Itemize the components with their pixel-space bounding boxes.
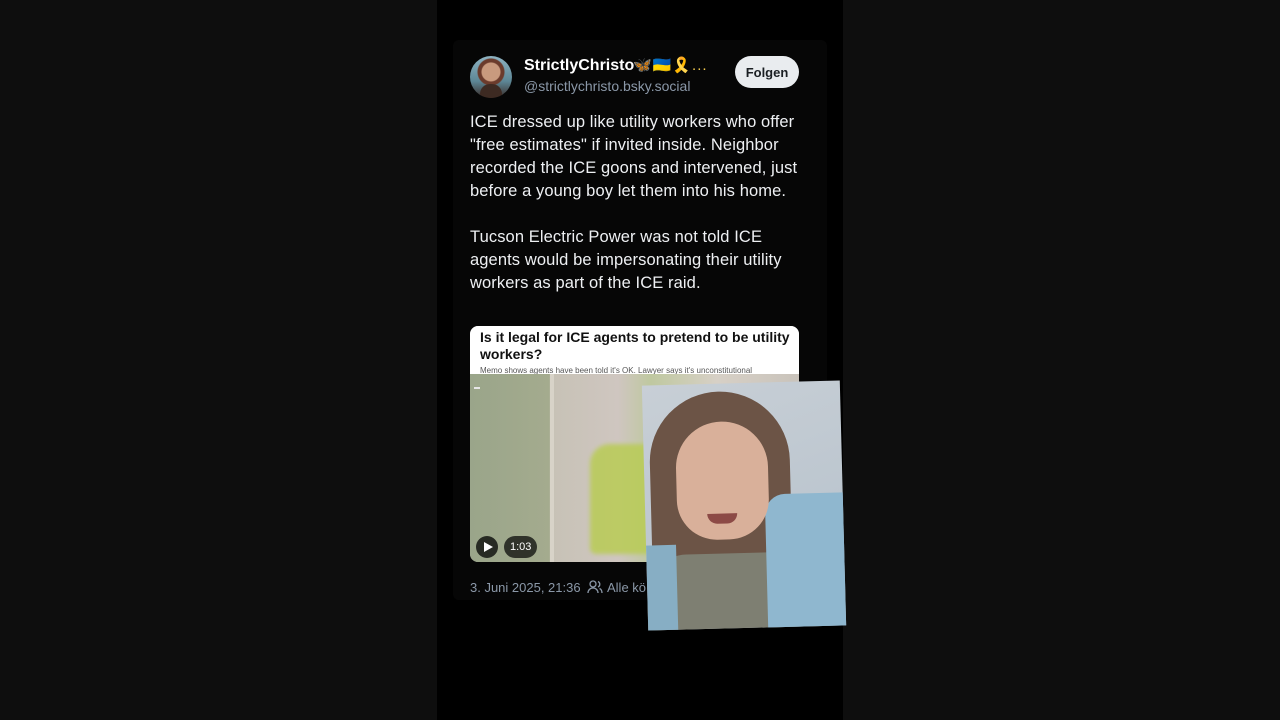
video-duration: 1:03 (504, 536, 538, 558)
author-name[interactable]: StrictlyChristo (524, 57, 634, 75)
video-headline-banner: Is it legal for ICE agents to pretend to… (470, 326, 799, 375)
author-emoji: 🦋🇺🇦🎗️... (633, 57, 708, 74)
reply-audience[interactable]: Alle kö (607, 580, 646, 595)
video-caption-label (474, 387, 480, 389)
right-letterbox (843, 0, 1280, 720)
post-paragraph: ICE dressed up like utility workers who … (470, 113, 798, 200)
video-headline: Is it legal for ICE agents to pretend to… (480, 329, 790, 362)
avatar[interactable] (470, 56, 512, 98)
post-paragraph: Tucson Electric Power was not told ICE a… (470, 228, 782, 292)
follow-button[interactable]: Folgen (735, 56, 799, 88)
author-handle[interactable]: @strictlychristo.bsky.social (524, 78, 690, 94)
creator-overlay-video (641, 380, 847, 631)
post-text: ICE dressed up like utility workers who … (470, 111, 805, 295)
post-timestamp: 3. Juni 2025, 21:36 (470, 580, 581, 595)
play-icon[interactable] (476, 536, 498, 558)
left-letterbox (0, 0, 437, 720)
people-icon (587, 580, 603, 594)
